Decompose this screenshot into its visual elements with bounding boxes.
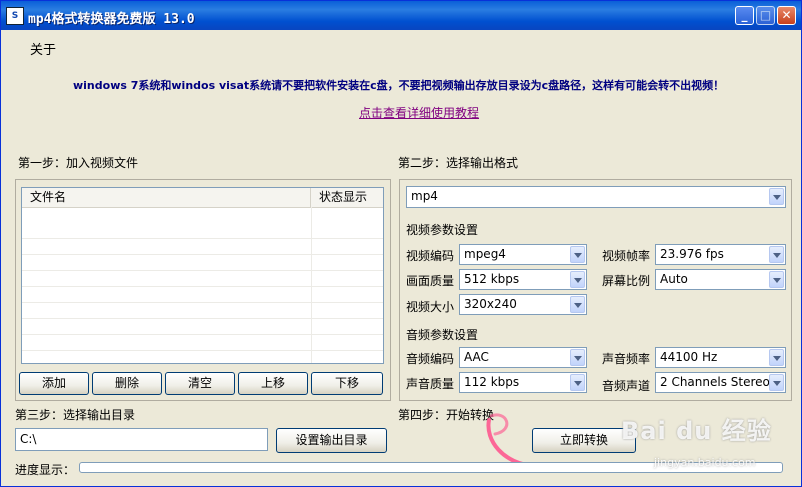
step3-title: 第三步：选择输出目录 xyxy=(15,408,136,422)
format-value: mp4 xyxy=(411,189,438,203)
chevron-down-icon xyxy=(570,271,585,288)
close-icon: ✕ xyxy=(781,8,792,22)
file-list[interactable]: 文件名 状态显示 xyxy=(21,187,384,364)
step1-title: 第一步：加入视频文件 xyxy=(18,156,139,170)
maximize-icon: □ xyxy=(759,8,772,22)
watermark-url: jingyan.baidu.com xyxy=(654,456,756,469)
about-link[interactable]: 关于 xyxy=(30,39,56,58)
list-row xyxy=(22,255,383,271)
audio-channels-select[interactable]: 2 Channels Stereo xyxy=(655,372,786,393)
size-label: 视频大小 xyxy=(406,300,455,314)
column-status[interactable]: 状态显示 xyxy=(311,188,383,207)
audio-rate-select[interactable]: 44100 Hz xyxy=(655,347,786,368)
list-row xyxy=(22,287,383,303)
step2-title: 第二步：选择输出格式 xyxy=(398,156,519,170)
chevron-down-icon xyxy=(769,246,784,263)
video-codec-select[interactable]: mpeg4 xyxy=(459,244,587,265)
video-fps-label: 视频帧率 xyxy=(602,249,651,263)
output-path-input[interactable]: C:\ xyxy=(15,428,268,451)
audio-quality-label: 声音质量 xyxy=(406,377,455,391)
size-select[interactable]: 320x240 xyxy=(459,294,587,315)
aspect-value: Auto xyxy=(660,272,688,286)
maximize-button[interactable]: □ xyxy=(756,6,775,25)
app-window: S mp4格式转换器免费版 13.0 _ □ ✕ 关于 windows 7系统和… xyxy=(0,0,802,487)
app-icon: S xyxy=(6,7,24,25)
close-button[interactable]: ✕ xyxy=(777,6,796,25)
video-codec-label: 视频编码 xyxy=(406,249,455,263)
chevron-down-icon xyxy=(769,271,784,288)
audio-rate-label: 声音频率 xyxy=(602,352,651,366)
move-down-button[interactable]: 下移 xyxy=(311,372,383,395)
audio-channels-value: 2 Channels Stereo xyxy=(660,375,770,389)
chevron-down-icon xyxy=(769,349,784,366)
window-title: mp4格式转换器免费版 13.0 xyxy=(28,12,195,27)
chevron-down-icon xyxy=(769,188,784,205)
aspect-label: 屏幕比例 xyxy=(602,274,651,288)
size-value: 320x240 xyxy=(464,297,517,311)
video-fps-select[interactable]: 23.976 fps xyxy=(655,244,786,265)
output-path-value: C:\ xyxy=(20,432,37,446)
audio-rate-value: 44100 Hz xyxy=(660,350,718,364)
move-up-button[interactable]: 上移 xyxy=(238,372,308,395)
set-output-dir-button[interactable]: 设置输出目录 xyxy=(276,428,387,453)
minimize-button[interactable]: _ xyxy=(735,6,754,25)
chevron-down-icon xyxy=(570,349,585,366)
warning-text: windows 7系统和windos visat系统请不要把软件安装在c盘，不要… xyxy=(73,79,725,92)
watermark-logo: Bai du 经验 xyxy=(621,417,772,445)
add-button[interactable]: 添加 xyxy=(19,372,89,395)
audio-codec-select[interactable]: AAC xyxy=(459,347,587,368)
clear-button[interactable]: 清空 xyxy=(165,372,235,395)
chevron-down-icon xyxy=(570,374,585,391)
quality-value: 512 kbps xyxy=(464,272,520,286)
list-row xyxy=(22,223,383,239)
list-row xyxy=(22,335,383,351)
audio-quality-value: 112 kbps xyxy=(464,375,520,389)
format-select[interactable]: mp4 xyxy=(406,186,786,208)
video-fps-value: 23.976 fps xyxy=(660,247,724,261)
column-filename[interactable]: 文件名 xyxy=(22,188,311,207)
chevron-down-icon xyxy=(570,246,585,263)
audio-quality-select[interactable]: 112 kbps xyxy=(459,372,587,393)
tutorial-link[interactable]: 点击查看详细使用教程 xyxy=(359,104,479,121)
audio-codec-value: AAC xyxy=(464,350,489,364)
title-bar[interactable]: S mp4格式转换器免费版 13.0 _ □ ✕ xyxy=(1,1,801,30)
video-settings-heading: 视频参数设置 xyxy=(406,223,479,237)
audio-channels-label: 音频声道 xyxy=(602,379,651,393)
file-list-header: 文件名 状态显示 xyxy=(22,188,383,208)
quality-label: 画面质量 xyxy=(406,274,455,288)
list-row xyxy=(22,319,383,335)
video-codec-value: mpeg4 xyxy=(464,247,506,261)
quality-select[interactable]: 512 kbps xyxy=(459,269,587,290)
list-row xyxy=(22,271,383,287)
audio-codec-label: 音频编码 xyxy=(406,352,455,366)
aspect-select[interactable]: Auto xyxy=(655,269,786,290)
list-row xyxy=(22,239,383,255)
delete-button[interactable]: 删除 xyxy=(92,372,162,395)
step4-title: 第四步：开始转换 xyxy=(398,408,495,422)
audio-settings-heading: 音频参数设置 xyxy=(406,328,479,342)
chevron-down-icon xyxy=(570,296,585,313)
list-row xyxy=(22,303,383,319)
progress-label: 进度显示： xyxy=(15,463,76,477)
minimize-icon: _ xyxy=(741,8,748,22)
chevron-down-icon xyxy=(769,374,784,391)
